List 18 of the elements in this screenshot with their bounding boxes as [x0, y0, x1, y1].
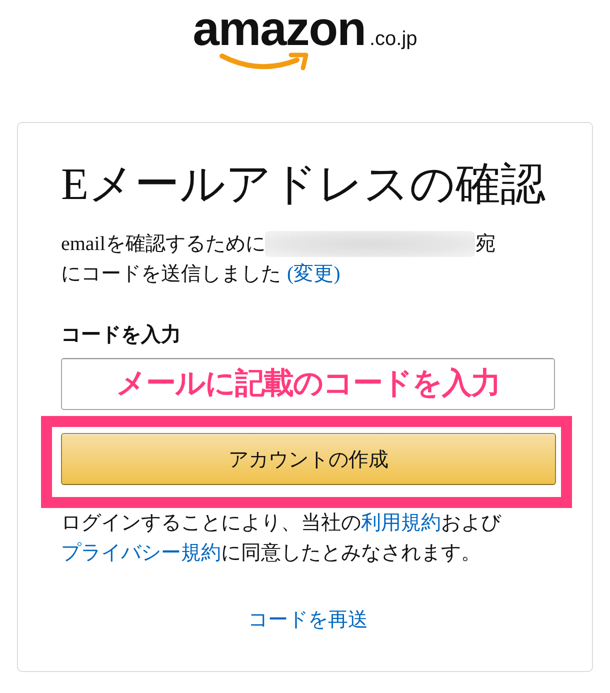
notice-text: 宛	[475, 232, 496, 257]
code-input[interactable]: メールに記載のコードを入力	[61, 358, 555, 410]
page-title: Eメールアドレスの確認	[61, 158, 546, 211]
logo-domain: .co.jp	[369, 29, 418, 49]
resend-code-link[interactable]: コードを再送	[248, 605, 368, 635]
notice-text: emailを確認するために	[61, 232, 266, 257]
field-label: コードを入力	[61, 323, 182, 348]
annotation-text: メールに記載のコードを入力	[116, 365, 500, 403]
policy-link[interactable]: プライバシー規約	[61, 538, 221, 568]
policy-link[interactable]: 利用規約	[361, 508, 441, 538]
consent-text: ログインすることにより、当社の	[61, 511, 361, 536]
consent-text: に同意したとみなされます。	[221, 541, 481, 566]
smile-arrow-icon	[218, 51, 309, 71]
create-account-button[interactable]: アカウントの作成	[61, 433, 556, 485]
change-link[interactable]: (変更)	[287, 259, 340, 289]
notice-text: にコードを送信しました	[61, 262, 281, 287]
consent-text: および	[441, 511, 501, 536]
logo-wordmark: amazon	[192, 10, 366, 50]
